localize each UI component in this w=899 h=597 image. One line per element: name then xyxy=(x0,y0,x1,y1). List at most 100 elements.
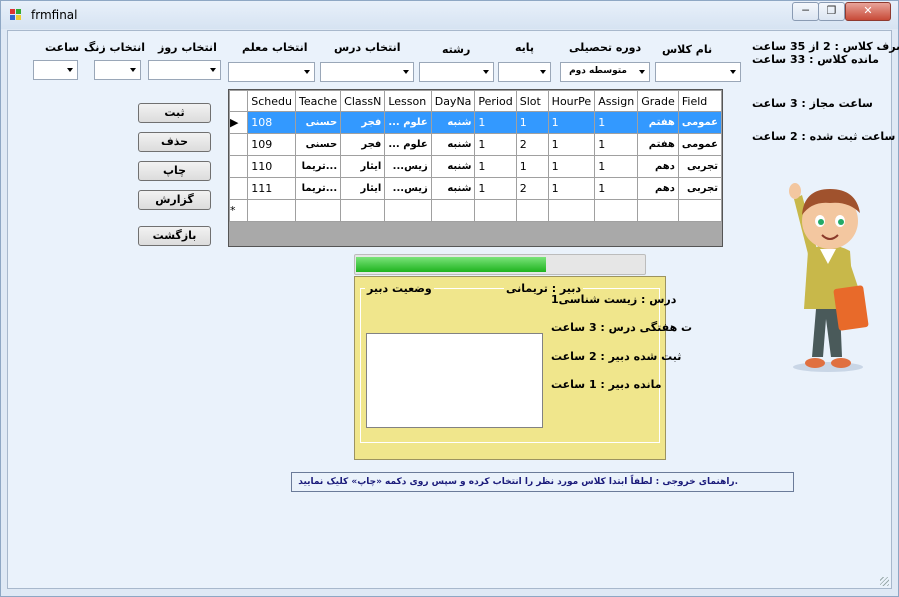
grid-cell[interactable]: 109 xyxy=(247,133,296,156)
table-row[interactable]: 109 حسنی فجر علوم ... شنبه 1 2 1 1 هفتم … xyxy=(229,133,722,156)
lesson-select-label: انتخاب درس xyxy=(334,41,401,54)
schedule-grid[interactable]: Schedu Teache ClassN Lesson DayNa Period… xyxy=(228,89,723,247)
back-button[interactable]: بازگشت xyxy=(138,226,211,246)
column-header[interactable]: Field xyxy=(677,90,722,112)
grade-label: پایه xyxy=(515,41,535,54)
row-header-cell xyxy=(229,177,249,200)
grid-cell[interactable]: 2 xyxy=(515,177,549,200)
grid-cell[interactable]: 1 xyxy=(594,133,639,156)
grid-cell[interactable] xyxy=(247,199,296,222)
grid-cell[interactable] xyxy=(594,199,639,222)
education-period-combo[interactable]: متوسطه دوم xyxy=(560,62,650,82)
grid-cell[interactable]: 1 xyxy=(515,155,549,178)
grid-cell[interactable]: عمومی xyxy=(677,111,722,134)
grid-cell[interactable]: شنبه xyxy=(430,177,476,200)
form-client-area: نام کلاس دوره تحصیلی پایه رشته انتخاب در… xyxy=(7,30,899,589)
grade-combo[interactable] xyxy=(498,62,551,82)
grid-cell[interactable]: علوم ... xyxy=(384,133,432,156)
delete-button[interactable]: حذف xyxy=(138,132,211,152)
grid-cell[interactable] xyxy=(677,199,722,222)
grid-cell[interactable]: 1 xyxy=(474,111,517,134)
column-header[interactable]: Lesson xyxy=(384,90,432,112)
class-remaining-hours: مانده کلاس : 33 ساعت xyxy=(752,53,879,66)
grid-cell[interactable]: 108 xyxy=(247,111,296,134)
grid-cell[interactable]: 1 xyxy=(594,177,639,200)
grid-cell[interactable]: دهم xyxy=(637,155,679,178)
grid-cell[interactable]: ...تریما xyxy=(294,177,342,200)
grid-cell[interactable]: شنبه xyxy=(430,133,476,156)
grid-cell[interactable]: 2 xyxy=(515,133,549,156)
grid-cell[interactable] xyxy=(430,199,476,222)
grid-cell[interactable]: فجر xyxy=(340,111,386,134)
table-row[interactable]: 110 ...تریما ایثار زیس... شنبه 1 1 1 1 د… xyxy=(229,155,722,178)
grid-cell[interactable]: 1 xyxy=(474,155,517,178)
grid-cell[interactable] xyxy=(547,199,596,222)
grid-cell[interactable]: 1 xyxy=(547,133,596,156)
grid-cell[interactable]: شنبه xyxy=(430,155,476,178)
grid-cell[interactable]: 1 xyxy=(594,111,639,134)
grid-cell[interactable]: 1 xyxy=(515,111,549,134)
grid-cell[interactable]: زیس... xyxy=(384,155,432,178)
report-button[interactable]: گزارش xyxy=(138,190,211,210)
grid-cell[interactable] xyxy=(340,199,386,222)
grid-cell[interactable]: 1 xyxy=(547,177,596,200)
grid-cell[interactable]: دهم xyxy=(637,177,679,200)
table-row[interactable]: ▶ 108 حسنی فجر علوم ... شنبه 1 1 1 1 هفت… xyxy=(229,111,722,134)
grid-cell[interactable]: هفتم xyxy=(637,111,679,134)
column-header[interactable]: ClassN xyxy=(340,90,386,112)
grid-cell[interactable] xyxy=(515,199,549,222)
column-header[interactable]: HourPe xyxy=(547,90,596,112)
grid-cell[interactable]: 1 xyxy=(594,155,639,178)
grid-cell[interactable]: فجر xyxy=(340,133,386,156)
grid-cell[interactable]: ایثار xyxy=(340,155,386,178)
grid-cell[interactable]: 1 xyxy=(474,133,517,156)
column-header[interactable]: Grade xyxy=(637,90,679,112)
column-header[interactable]: Assign xyxy=(594,90,639,112)
grid-cell[interactable]: هفتم xyxy=(637,133,679,156)
teacher-status-list[interactable] xyxy=(366,333,543,428)
table-row[interactable]: 111 ...تریما ایثار زیس... شنبه 1 2 1 1 د… xyxy=(229,177,722,200)
minimize-button[interactable]: ─ xyxy=(792,2,819,21)
column-header[interactable]: Period xyxy=(474,90,517,112)
close-button[interactable]: ✕ xyxy=(845,2,891,21)
hour-combo[interactable] xyxy=(33,60,78,80)
grid-cell[interactable]: 1 xyxy=(547,111,596,134)
grid-cell[interactable]: 1 xyxy=(547,155,596,178)
column-header[interactable]: Teache xyxy=(294,90,342,112)
class-name-combo[interactable] xyxy=(655,62,741,82)
chevron-down-icon xyxy=(130,68,136,72)
teacher-combo[interactable] xyxy=(228,62,315,82)
lesson-combo[interactable] xyxy=(320,62,414,82)
field-combo[interactable] xyxy=(419,62,494,82)
grid-cell[interactable] xyxy=(384,199,432,222)
grid-cell[interactable]: تجربی xyxy=(677,155,722,178)
column-header[interactable]: Slot xyxy=(515,90,549,112)
grid-cell[interactable]: شنبه xyxy=(430,111,476,134)
column-header[interactable]: Schedu xyxy=(247,90,296,112)
print-button[interactable]: چاپ xyxy=(138,161,211,181)
grid-cell[interactable]: 1 xyxy=(474,177,517,200)
grid-cell[interactable]: زیس... xyxy=(384,177,432,200)
grid-cell[interactable]: 110 xyxy=(247,155,296,178)
grid-cell[interactable]: حسنی xyxy=(294,111,342,134)
bell-combo[interactable] xyxy=(94,60,141,80)
resize-grip[interactable] xyxy=(880,577,889,586)
grid-cell[interactable] xyxy=(294,199,342,222)
grid-cell[interactable]: ...تریما xyxy=(294,155,342,178)
class-name-label: نام کلاس xyxy=(662,43,713,56)
education-period-label: دوره تحصیلی xyxy=(569,41,642,54)
grid-cell[interactable] xyxy=(637,199,679,222)
grid-cell[interactable] xyxy=(474,199,517,222)
maximize-button[interactable]: ❐ xyxy=(818,2,845,21)
save-button[interactable]: ثبت xyxy=(138,103,211,123)
grid-cell[interactable]: حسنی xyxy=(294,133,342,156)
chevron-down-icon xyxy=(304,70,310,74)
column-header[interactable]: DayNa xyxy=(430,90,476,112)
grid-cell[interactable]: عمومی xyxy=(677,133,722,156)
grid-cell[interactable]: 111 xyxy=(247,177,296,200)
grid-cell[interactable]: ایثار xyxy=(340,177,386,200)
new-row[interactable]: * xyxy=(229,199,722,222)
grid-cell[interactable]: تجربی xyxy=(677,177,722,200)
grid-cell[interactable]: علوم ... xyxy=(384,111,432,134)
day-combo[interactable] xyxy=(148,60,221,80)
